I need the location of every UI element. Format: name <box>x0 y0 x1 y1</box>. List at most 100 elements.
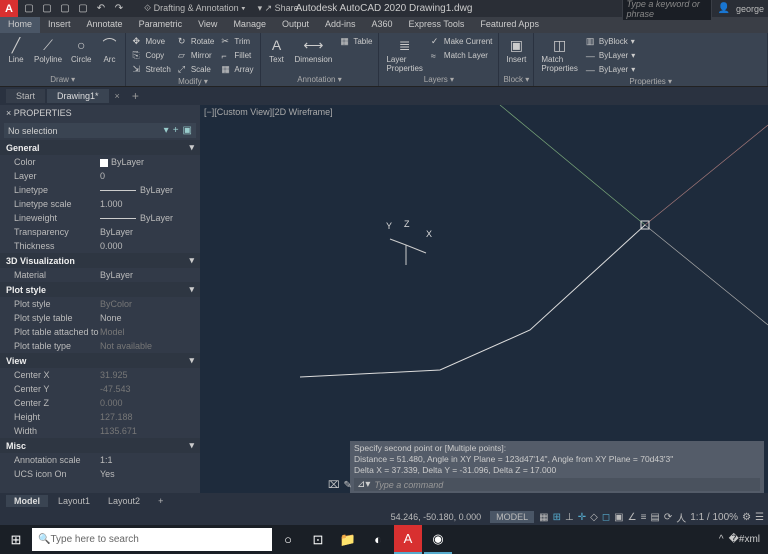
section-plot[interactable]: Plot style▾ <box>0 282 200 297</box>
tab-home[interactable]: Home <box>0 17 40 33</box>
trim-button[interactable]: ✂Trim <box>219 35 255 48</box>
close-tab-icon[interactable]: × <box>111 91 124 101</box>
property-row[interactable]: MaterialByLayer <box>0 268 200 282</box>
isodraft-icon[interactable]: ◇ <box>590 512 598 523</box>
table-button[interactable]: ▦Table <box>338 35 374 48</box>
undo-icon[interactable]: ↶ <box>94 2 108 16</box>
tab-output[interactable]: Output <box>274 17 317 33</box>
help-search-input[interactable]: Type a keyword or phrase <box>622 0 712 21</box>
cortana-icon[interactable]: ○ <box>274 525 302 554</box>
property-row[interactable]: UCS icon OnYes <box>0 467 200 481</box>
otrack-icon[interactable]: ∠ <box>628 512 637 523</box>
taskbar-autocad[interactable]: A <box>394 525 422 554</box>
property-row[interactable]: Center X31.925 <box>0 368 200 382</box>
new-tab-icon[interactable]: + <box>126 89 145 103</box>
3dosnap-icon[interactable]: ▣ <box>614 512 623 523</box>
property-row[interactable]: Plot table typeNot available <box>0 339 200 353</box>
property-row[interactable]: Annotation scale1:1 <box>0 453 200 467</box>
user-icon[interactable]: 👤 <box>718 3 730 14</box>
share-button[interactable]: ▾ ↗ Share <box>258 3 299 14</box>
scale-readout[interactable]: 1:1 / 100% <box>690 512 738 523</box>
panel-properties-title[interactable]: Properties ▾ <box>538 76 763 86</box>
taskbar-chrome[interactable]: ◉ <box>424 525 452 554</box>
lineweight-icon[interactable]: ≡ <box>641 512 647 523</box>
cmd-custom-icon[interactable]: ✎ <box>344 480 352 491</box>
tab-layout2[interactable]: Layout2 <box>100 495 148 507</box>
gear-icon[interactable]: ⚙ <box>742 512 751 523</box>
tab-express[interactable]: Express Tools <box>401 17 473 33</box>
color-dropdown[interactable]: ▥ByBlock ▾ <box>584 35 763 48</box>
property-row[interactable]: Linetype scale1.000 <box>0 197 200 211</box>
lineweight-dropdown[interactable]: —ByLayer ▾ <box>584 49 763 62</box>
arc-button[interactable]: ⌒Arc <box>97 35 121 65</box>
ucs-icon[interactable]: Y Z X <box>386 223 432 271</box>
redo-icon[interactable]: ↷ <box>112 2 126 16</box>
panel-layers-title[interactable]: Layers ▾ <box>383 74 494 84</box>
system-tray[interactable]: ^ �#xml <box>719 534 766 545</box>
tab-view[interactable]: View <box>190 17 225 33</box>
stretch-button[interactable]: ⇲Stretch <box>130 63 172 76</box>
app-logo[interactable]: A <box>0 0 18 17</box>
toggle-pickadd-icon[interactable]: + <box>173 125 179 136</box>
task-view-icon[interactable]: ⊡ <box>304 525 332 554</box>
match-properties-button[interactable]: ◫Match Properties <box>538 35 580 74</box>
selection-cycling-icon[interactable]: ⟳ <box>664 512 672 523</box>
property-row[interactable]: TransparencyByLayer <box>0 225 200 239</box>
property-row[interactable]: Plot style tableNone <box>0 311 200 325</box>
saveas-icon[interactable]: ▢ <box>76 2 90 16</box>
quick-select-icon[interactable]: ▾ <box>164 125 169 136</box>
property-row[interactable]: Width1135.671 <box>0 424 200 438</box>
user-name[interactable]: george <box>736 4 764 14</box>
move-button[interactable]: ✥Move <box>130 35 172 48</box>
tab-layout1[interactable]: Layout1 <box>50 495 98 507</box>
panel-block-title[interactable]: Block ▾ <box>503 74 529 84</box>
select-objects-icon[interactable]: ▣ <box>183 125 192 136</box>
rotate-button[interactable]: ↻Rotate <box>176 35 217 48</box>
make-current-button[interactable]: ✓Make Current <box>429 35 494 48</box>
section-3dviz[interactable]: 3D Visualization▾ <box>0 253 200 268</box>
tab-addins[interactable]: Add-ins <box>317 17 364 33</box>
fillet-button[interactable]: ⌐Fillet <box>219 49 255 62</box>
doctab-start[interactable]: Start <box>6 89 45 103</box>
match-layer-button[interactable]: ≈Match Layer <box>429 49 494 62</box>
tray-chevron-icon[interactable]: ^ <box>719 534 724 545</box>
property-row[interactable]: LinetypeByLayer <box>0 183 200 197</box>
circle-button[interactable]: ○Circle <box>68 35 94 65</box>
property-row[interactable]: Height127.188 <box>0 410 200 424</box>
tab-a360[interactable]: A360 <box>364 17 401 33</box>
tab-parametric[interactable]: Parametric <box>131 17 191 33</box>
workspace-dropdown[interactable]: ⟐ Drafting & Annotation ▾ <box>138 3 252 14</box>
tab-manage[interactable]: Manage <box>225 17 274 33</box>
transparency-icon[interactable]: ▤ <box>650 512 659 523</box>
tab-annotate[interactable]: Annotate <box>79 17 131 33</box>
panel-annotation-title[interactable]: Annotation ▾ <box>265 74 375 84</box>
array-button[interactable]: ▦Array <box>219 63 255 76</box>
property-row[interactable]: Plot table attached toModel <box>0 325 200 339</box>
annoscale-icon[interactable]: 人 <box>676 510 686 525</box>
model-space-button[interactable]: MODEL <box>490 511 534 523</box>
doctab-drawing1[interactable]: Drawing1* <box>47 89 109 103</box>
property-row[interactable]: Plot styleByColor <box>0 297 200 311</box>
property-row[interactable]: Layer0 <box>0 169 200 183</box>
tray-icon[interactable]: �#xml <box>729 534 760 545</box>
section-general[interactable]: General▾ <box>0 140 200 155</box>
dimension-button[interactable]: ⟷Dimension <box>292 35 336 65</box>
ortho-icon[interactable]: ⊥ <box>565 512 574 523</box>
new-icon[interactable]: ▢ <box>22 2 36 16</box>
polyline-button[interactable]: ⟋Polyline <box>31 35 65 65</box>
copy-button[interactable]: ⎘Copy <box>130 49 172 62</box>
open-icon[interactable]: ▢ <box>40 2 54 16</box>
property-row[interactable]: Center Y-47.543 <box>0 382 200 396</box>
windows-search-input[interactable]: 🔍 Type here to search <box>32 528 272 551</box>
grid-icon[interactable]: ▦ <box>539 512 548 523</box>
tab-insert[interactable]: Insert <box>40 17 79 33</box>
snap-icon[interactable]: ⊞ <box>553 512 561 523</box>
command-input[interactable]: ⊿▾ Type a command <box>354 478 760 491</box>
section-view[interactable]: View▾ <box>0 353 200 368</box>
polar-icon[interactable]: ✛ <box>578 512 586 523</box>
add-layout-icon[interactable]: + <box>150 495 171 507</box>
cmd-close-icon[interactable]: ⌧ <box>328 480 340 491</box>
linetype-dropdown[interactable]: —ByLayer ▾ <box>584 63 763 76</box>
layer-properties-button[interactable]: ≣Layer Properties <box>383 35 425 74</box>
tab-featured[interactable]: Featured Apps <box>472 17 547 33</box>
